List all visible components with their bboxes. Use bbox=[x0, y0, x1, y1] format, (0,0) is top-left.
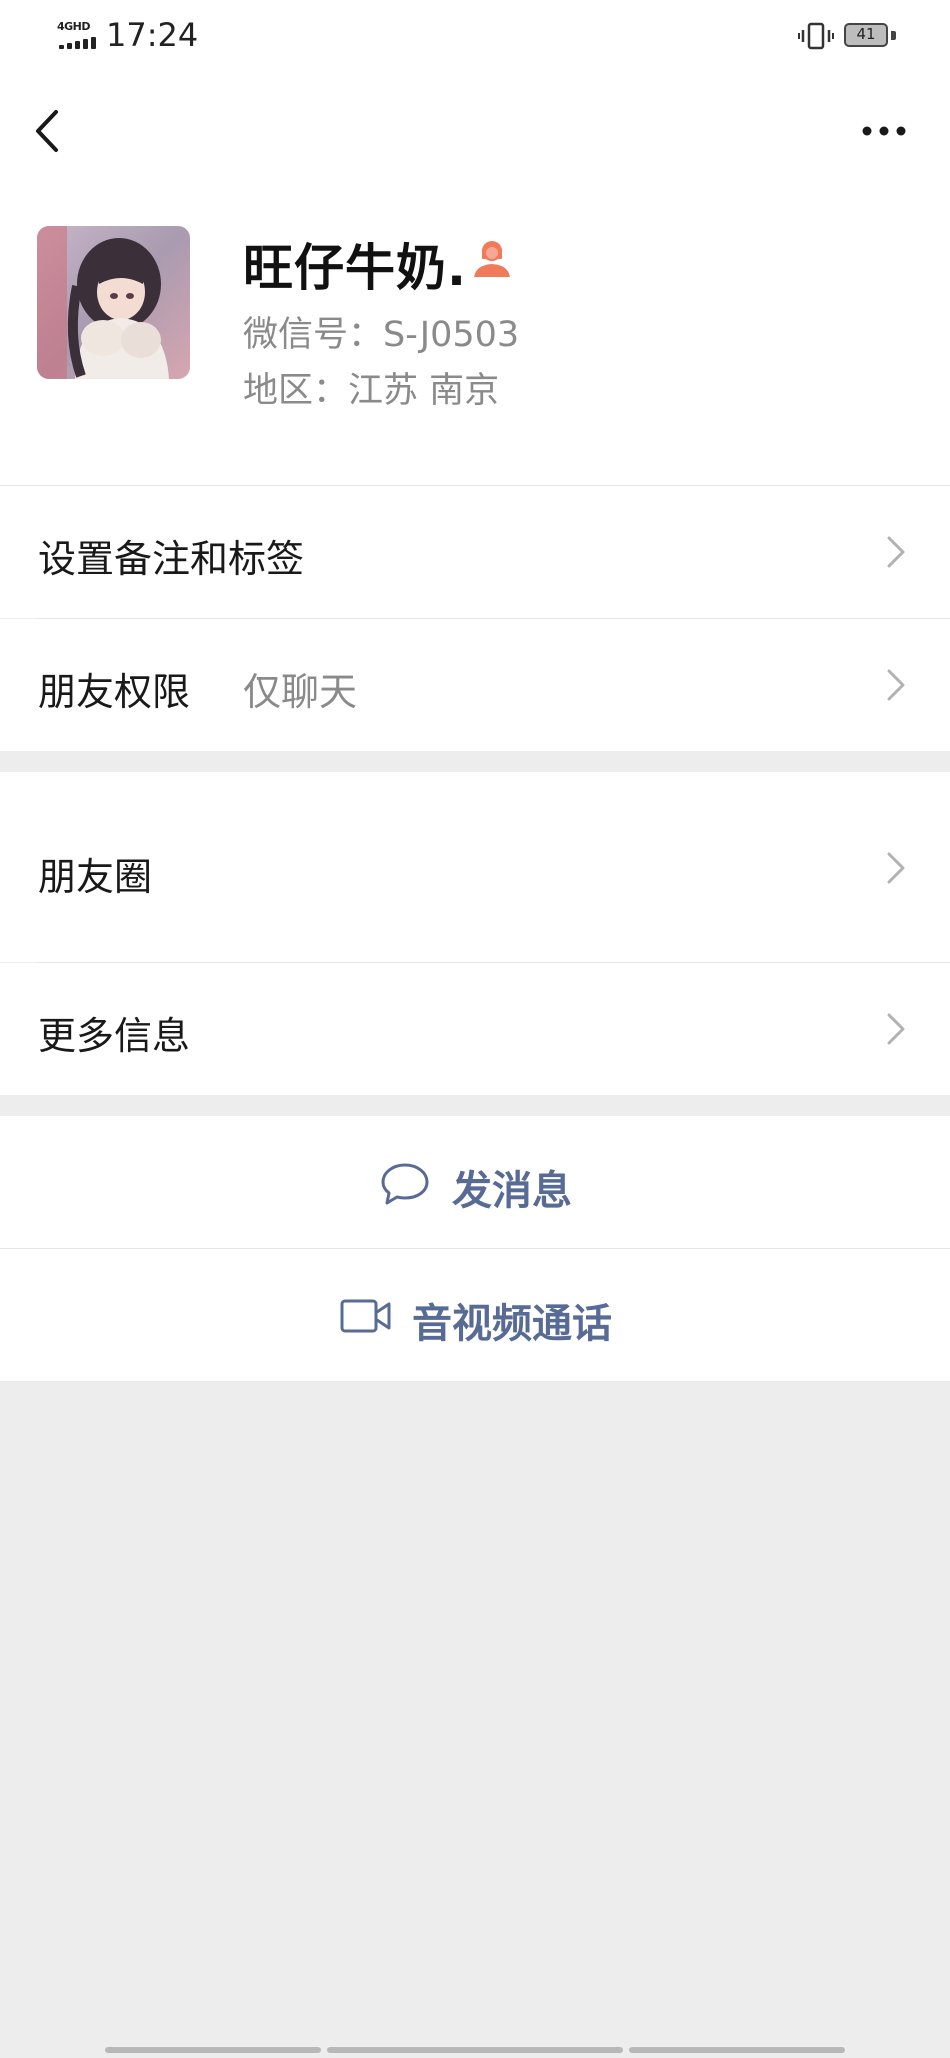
battery-icon: 41 bbox=[844, 23, 896, 49]
chevron-right-icon bbox=[887, 536, 905, 568]
home-indicator bbox=[327, 2047, 623, 2053]
avatar-image bbox=[37, 226, 190, 379]
remark-tags-label: 设置备注和标签 bbox=[38, 537, 305, 581]
nav-bar bbox=[0, 70, 950, 190]
moments-row[interactable]: 朋友圈 bbox=[0, 772, 950, 962]
video-camera-icon bbox=[340, 1299, 391, 1333]
back-chevron-icon[interactable] bbox=[30, 108, 66, 154]
region: 地区：江苏 南京 bbox=[243, 371, 500, 411]
chevron-right-icon bbox=[887, 1013, 905, 1045]
more-info-label: 更多信息 bbox=[38, 1014, 191, 1058]
send-message-label: 发消息 bbox=[452, 1168, 572, 1214]
chevron-right-icon bbox=[887, 669, 905, 701]
network-type: 4GHD bbox=[57, 20, 91, 33]
avatar[interactable] bbox=[37, 226, 190, 379]
wechat-id: 微信号：S-J0503 bbox=[243, 315, 520, 355]
more-dots-icon[interactable] bbox=[860, 120, 908, 142]
chevron-right-icon bbox=[887, 852, 905, 884]
vibrate-icon bbox=[798, 22, 834, 50]
battery-level: 41 bbox=[856, 25, 876, 43]
home-indicator bbox=[105, 2047, 321, 2053]
friend-permission-value: 仅聊天 bbox=[243, 670, 358, 714]
signal-icon: 4GHD bbox=[55, 20, 97, 50]
more-info-row[interactable]: 更多信息 bbox=[0, 963, 950, 1095]
friend-permission-row[interactable]: 朋友权限 仅聊天 bbox=[0, 619, 950, 751]
status-time: 17:24 bbox=[106, 16, 199, 54]
moments-label: 朋友圈 bbox=[38, 855, 153, 899]
female-icon bbox=[474, 241, 510, 277]
remark-tags-row[interactable]: 设置备注和标签 bbox=[0, 486, 950, 618]
chat-bubble-icon bbox=[381, 1163, 429, 1205]
friend-permission-label: 朋友权限 bbox=[38, 670, 191, 714]
video-call-button[interactable]: 音视频通话 bbox=[0, 1249, 950, 1381]
send-message-button[interactable]: 发消息 bbox=[0, 1116, 950, 1248]
nickname: 旺仔牛奶. bbox=[243, 239, 467, 297]
home-indicator bbox=[629, 2047, 845, 2053]
video-call-label: 音视频通话 bbox=[412, 1301, 612, 1347]
